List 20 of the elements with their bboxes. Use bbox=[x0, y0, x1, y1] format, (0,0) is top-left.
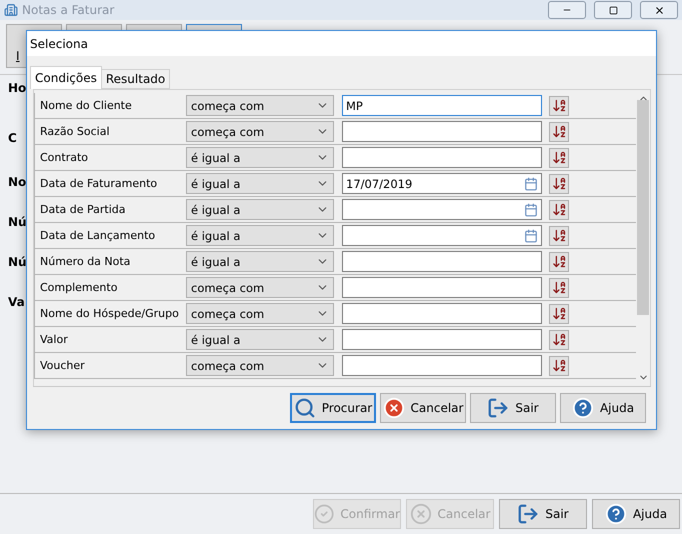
form-label: No bbox=[8, 175, 27, 189]
form-label: Nú bbox=[8, 255, 27, 269]
window-title: Notas a Faturar bbox=[22, 3, 116, 17]
field-label: Nome do Hóspede/Grupo bbox=[39, 307, 180, 320]
field-label: Contrato bbox=[39, 151, 90, 164]
field-label: Data de Lançamento bbox=[39, 229, 156, 242]
field-label: Data de Faturamento bbox=[39, 177, 158, 190]
form-label: Ho bbox=[8, 81, 27, 95]
field-label: Valor bbox=[39, 333, 69, 346]
form-label: Va bbox=[8, 295, 26, 309]
field-label: Nome do Cliente bbox=[39, 99, 133, 112]
field-label: Complemento bbox=[39, 281, 118, 294]
field-label: Razão Social bbox=[39, 125, 110, 138]
field-label: Data de Partida bbox=[39, 203, 127, 216]
form-label: Nú bbox=[8, 215, 27, 229]
toolbar-label: I bbox=[16, 49, 20, 63]
field-label: Número da Nota bbox=[39, 255, 132, 268]
form-label: C bbox=[8, 131, 18, 145]
field-label: Voucher bbox=[39, 359, 86, 372]
dialog-title: Seleciona bbox=[30, 36, 88, 50]
